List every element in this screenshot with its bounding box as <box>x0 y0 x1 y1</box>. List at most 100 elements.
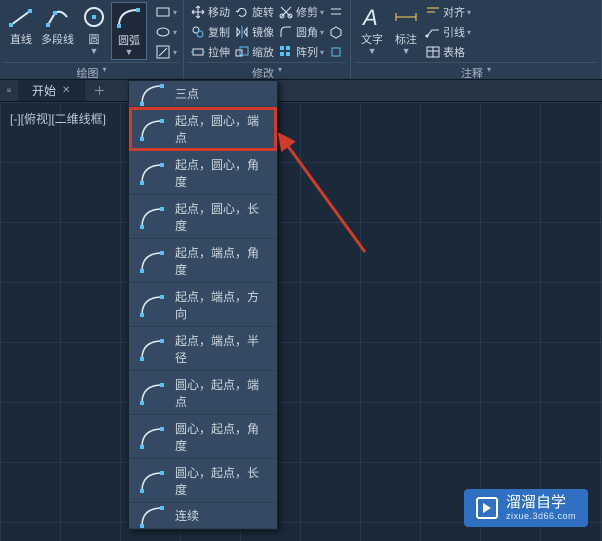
watermark: 溜溜自学 zixue.3d66.com <box>464 489 588 527</box>
modify-misc-2[interactable] <box>326 22 346 42</box>
copy-icon <box>190 24 206 40</box>
arc-menu-item[interactable]: 起点，端点，角度 <box>129 239 277 283</box>
chevron-down-icon: ▾ <box>103 65 107 81</box>
tablist-menu[interactable]: ≡ <box>0 80 18 101</box>
arc-item-label: 起点，圆心，角度 <box>175 156 269 190</box>
circle-icon <box>80 4 108 30</box>
arc-menu-item[interactable]: 起点，圆心，长度 <box>129 195 277 239</box>
tab-add[interactable]: ＋ <box>85 80 113 101</box>
arc-menu-item[interactable]: 连续 <box>129 503 277 529</box>
tab-label: 开始 <box>32 82 56 99</box>
chevron-down-icon: ▾ <box>487 65 491 81</box>
arc-item-icon <box>137 246 167 276</box>
copy-button[interactable]: 复制 <box>188 22 232 42</box>
arc-item-icon <box>137 290 167 320</box>
array-icon <box>278 44 294 60</box>
offset-icon <box>328 4 344 20</box>
circle-button[interactable]: 圆 ▼ <box>77 2 111 58</box>
arc-item-icon <box>137 158 167 188</box>
rotate-label: 旋转 <box>252 4 274 20</box>
arc-item-label: 起点，端点，方向 <box>175 288 269 322</box>
line-label: 直线 <box>10 31 32 47</box>
arc-menu-item[interactable]: 起点，端点，方向 <box>129 283 277 327</box>
watermark-url: zixue.3d66.com <box>506 512 576 521</box>
rotate-button[interactable]: 旋转 <box>232 2 276 22</box>
stretch-label: 拉伸 <box>208 44 230 60</box>
arc-item-icon <box>137 378 167 408</box>
arc-menu-item[interactable]: 起点，圆心，端点 <box>129 107 277 151</box>
modify-misc-1[interactable] <box>326 2 346 22</box>
dimension-button[interactable]: 标注 ▼ <box>389 2 423 58</box>
table-label: 表格 <box>443 44 465 60</box>
arc-menu-item[interactable]: 圆心，起点，角度 <box>129 415 277 459</box>
hatch-icon <box>155 44 171 60</box>
table-icon <box>425 44 441 60</box>
arc-item-icon <box>137 114 167 144</box>
array-label: 阵列 <box>296 44 318 60</box>
ellipse-icon <box>155 24 171 40</box>
trim-label: 修剪 <box>296 4 318 20</box>
rectangle-button[interactable]: ▾ <box>153 2 179 22</box>
polyline-icon <box>44 4 72 30</box>
chevron-down-icon: ▾ <box>173 8 177 17</box>
arc-item-icon <box>137 422 167 452</box>
polyline-button[interactable]: 多段线 <box>38 2 77 49</box>
fillet-button[interactable]: 圆角▾ <box>276 22 326 42</box>
arc-menu-item[interactable]: 圆心，起点，端点 <box>129 371 277 415</box>
arc-menu-item[interactable]: 三点 <box>129 81 277 107</box>
table-button[interactable]: 表格 <box>423 42 473 62</box>
move-button[interactable]: 移动 <box>188 2 232 22</box>
hatch-button[interactable]: ▾ <box>153 42 179 62</box>
arc-item-icon <box>137 202 167 232</box>
leader-button[interactable]: 引线▾ <box>423 22 473 42</box>
trim-icon <box>278 4 294 20</box>
leader-label: 引线 <box>443 24 465 40</box>
ellipse-button[interactable]: ▾ <box>153 22 179 42</box>
polyline-label: 多段线 <box>41 31 74 47</box>
fillet-label: 圆角 <box>296 24 318 40</box>
leader-icon <box>425 24 441 40</box>
fillet-icon <box>278 24 294 40</box>
arc-button[interactable]: 圆弧 ▼ <box>111 2 147 60</box>
trim-button[interactable]: 修剪▾ <box>276 2 326 22</box>
dimension-icon <box>392 4 420 30</box>
tab-start[interactable]: 开始 ✕ <box>18 80 85 101</box>
rotate-icon <box>234 4 250 20</box>
mirror-icon <box>234 24 250 40</box>
stretch-icon <box>190 44 206 60</box>
arc-item-icon <box>137 466 167 496</box>
arc-item-icon <box>137 79 167 109</box>
arc-item-label: 圆心，起点，角度 <box>175 420 269 454</box>
line-button[interactable]: 直线 <box>4 2 38 49</box>
align-button[interactable]: 对齐▾ <box>423 2 473 22</box>
mirror-button[interactable]: 镜像 <box>232 22 276 42</box>
modify-misc-3[interactable] <box>326 42 346 62</box>
text-button[interactable]: A 文字 ▼ <box>355 2 389 58</box>
arc-menu-item[interactable]: 起点，圆心，角度 <box>129 151 277 195</box>
arc-item-icon <box>137 334 167 364</box>
view-label[interactable]: [-][俯视][二维线框] <box>10 110 106 127</box>
arc-menu-item[interactable]: 起点，端点，半径 <box>129 327 277 371</box>
tab-close-icon[interactable]: ✕ <box>62 85 70 96</box>
chevron-down-icon: ▾ <box>278 65 282 81</box>
play-icon <box>476 497 498 519</box>
copy-label: 复制 <box>208 24 230 40</box>
grid <box>0 102 602 541</box>
array-button[interactable]: 阵列▾ <box>276 42 326 62</box>
arc-item-label: 连续 <box>175 507 199 524</box>
circle-label: 圆 <box>89 31 100 47</box>
scale-button[interactable]: 缩放 <box>232 42 276 62</box>
chevron-down-icon: ▾ <box>320 8 324 17</box>
block-icon <box>328 24 344 40</box>
arc-icon <box>115 5 143 31</box>
stretch-button[interactable]: 拉伸 <box>188 42 232 62</box>
chevron-down-icon: ▾ <box>467 28 471 37</box>
text-icon: A <box>358 4 386 30</box>
chevron-down-icon: ▾ <box>173 48 177 57</box>
arc-menu-item[interactable]: 圆心，起点，长度 <box>129 459 277 503</box>
mirror-label: 镜像 <box>252 24 274 40</box>
rectangle-icon <box>155 4 171 20</box>
chevron-down-icon: ▼ <box>368 46 377 56</box>
chevron-down-icon: ▾ <box>173 28 177 37</box>
viewport[interactable]: [-][俯视][二维线框] <box>0 102 602 541</box>
